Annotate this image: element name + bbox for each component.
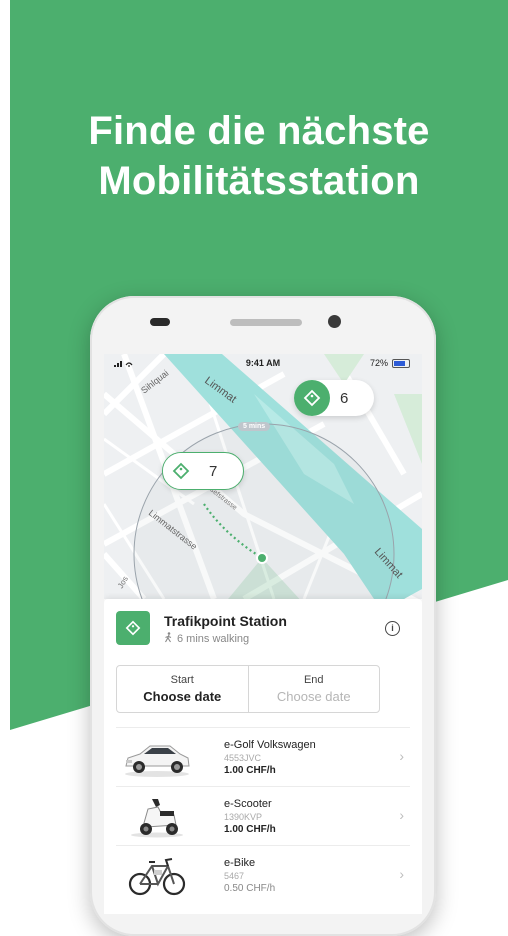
walk-time-text: 6 mins walking xyxy=(177,633,250,645)
front-camera xyxy=(328,315,341,328)
vehicle-row-egolf[interactable]: e-Golf Volkswagen 4553JVC 1.00 CHF/h › xyxy=(116,727,410,786)
phone-frame: 9:41 AM 72% Limmat Sihlquai Limmatstrass… xyxy=(90,296,436,936)
headline-line-1: Finde die nächste xyxy=(88,109,430,153)
battery-percent: 72% xyxy=(369,358,388,368)
speaker-grille xyxy=(230,319,302,326)
vehicle-name: e-Bike xyxy=(224,857,256,869)
vehicle-price: 1.00 CHF/h xyxy=(224,765,276,776)
map-view[interactable]: Limmat Sihlquai Limmatstrasse Josefstras… xyxy=(104,354,422,599)
phone-screen: 9:41 AM 72% Limmat Sihlquai Limmatstrass… xyxy=(104,354,422,914)
vehicle-price: 1.00 CHF/h xyxy=(224,824,276,835)
walking-person-icon xyxy=(164,632,173,646)
vehicle-name: e-Scooter xyxy=(224,798,272,810)
vehicle-plate: 5467 xyxy=(224,871,245,881)
cluster-count: 7 xyxy=(209,462,218,480)
station-panel: Trafikpoint Station 6 mins walking i Sta… xyxy=(104,599,422,914)
station-walk-time: 6 mins walking xyxy=(164,632,249,646)
start-date-value: Choose date xyxy=(143,689,222,704)
walk-time-badge: 5 mins xyxy=(238,422,271,431)
start-date-button[interactable]: Start Choose date xyxy=(117,666,248,712)
vehicle-price: 0.50 CHF/h xyxy=(224,883,276,894)
vehicle-plate: 4553JVC xyxy=(224,753,262,763)
status-bar: 9:41 AM 72% xyxy=(104,354,422,372)
station-cluster-marker[interactable]: 7 xyxy=(162,452,244,490)
chevron-right-icon: › xyxy=(399,807,404,823)
end-date-label: End xyxy=(303,674,324,686)
station-icon xyxy=(116,611,150,645)
end-date-button[interactable]: End Choose date xyxy=(247,666,380,712)
vehicle-plate: 1390KVP xyxy=(224,812,263,822)
station-diamond-icon xyxy=(294,380,330,416)
start-date-label: Start xyxy=(170,674,194,686)
end-date-value: Choose date xyxy=(276,689,351,704)
car-image xyxy=(122,734,192,780)
vehicle-row-ebike[interactable]: e-Bike 5467 0.50 CHF/h › xyxy=(116,845,410,904)
battery-icon xyxy=(392,359,410,368)
cluster-count: 6 xyxy=(340,389,349,407)
sensor xyxy=(150,318,170,326)
station-diamond-icon xyxy=(163,453,199,489)
scooter-image xyxy=(122,793,192,839)
headline-line-2: Mobilitätsstation xyxy=(98,159,420,203)
vehicle-row-escooter[interactable]: e-Scooter 1390KVP 1.00 CHF/h › xyxy=(116,786,410,845)
date-picker: Start Choose date End Choose date xyxy=(116,665,380,713)
chevron-right-icon: › xyxy=(399,866,404,882)
headline: Finde die nächste Mobilitätsstation xyxy=(10,106,508,206)
vehicle-list: e-Golf Volkswagen 4553JVC 1.00 CHF/h › e… xyxy=(116,727,410,904)
info-icon[interactable]: i xyxy=(385,621,400,636)
station-name: Trafikpoint Station xyxy=(164,613,287,629)
vehicle-name: e-Golf Volkswagen xyxy=(224,739,316,751)
station-cluster-marker[interactable]: 6 xyxy=(294,380,374,416)
bike-image xyxy=(122,852,192,898)
chevron-right-icon: › xyxy=(399,748,404,764)
